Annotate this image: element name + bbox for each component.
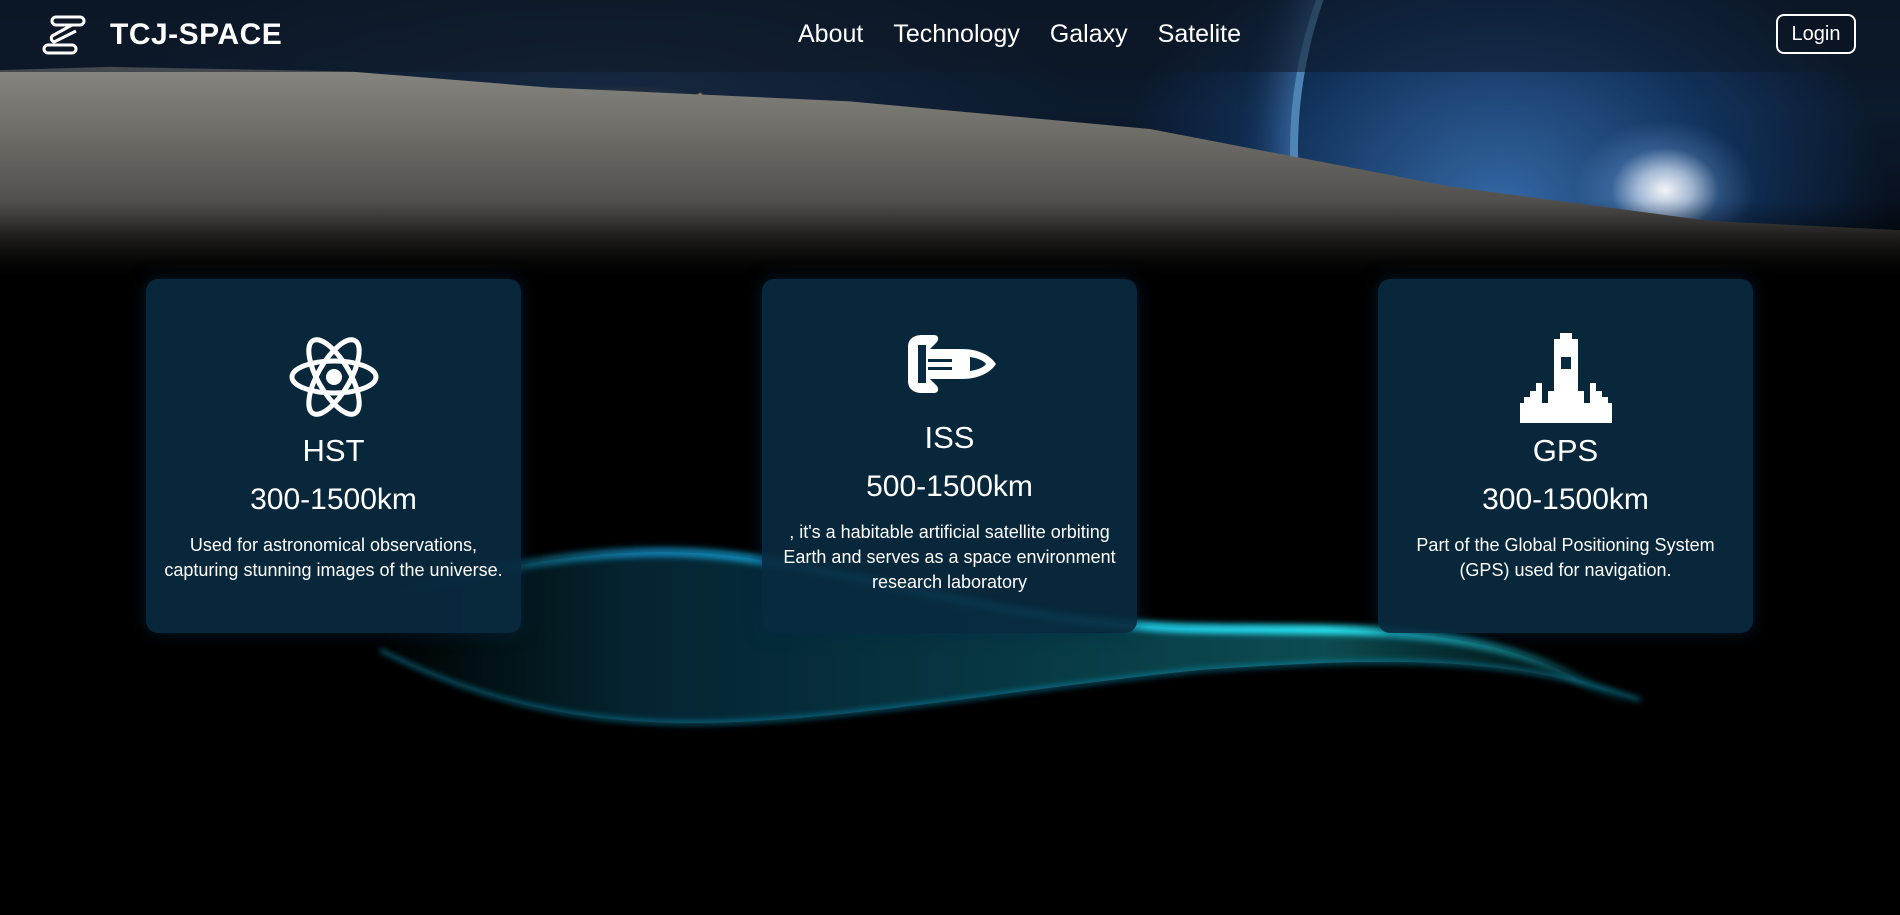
satellite-card-gps: GPS 300-1500km Part of the Global Positi… — [1378, 279, 1753, 633]
page: TCJ-SPACE About Technology Galaxy Sateli… — [0, 0, 1900, 915]
logo-icon[interactable] — [42, 14, 86, 56]
card-orbit-range: 500-1500km — [866, 470, 1033, 503]
card-description: Used for astronomical observations, capt… — [164, 535, 503, 580]
nav-link-about[interactable]: About — [798, 20, 863, 49]
card-title: HST — [302, 433, 365, 468]
satellite-card-hst: HST 300-1500km Used for astronomical obs… — [146, 279, 521, 633]
nav-link-galaxy[interactable]: Galaxy — [1050, 20, 1128, 49]
main-nav: About Technology Galaxy Satelite — [798, 20, 1241, 49]
card-orbit-range: 300-1500km — [1482, 483, 1649, 516]
atom-icon — [289, 337, 378, 417]
nav-link-technology[interactable]: Technology — [893, 20, 1019, 49]
brand-name[interactable]: TCJ-SPACE — [110, 18, 282, 52]
card-description: Part of the Global Positioning System (G… — [1416, 535, 1715, 580]
card-title: GPS — [1532, 433, 1599, 468]
card-description: , it's a habitable artificial satellite … — [783, 522, 1116, 592]
hero-fade — [0, 200, 1900, 275]
rocket-launch-icon — [1519, 333, 1612, 423]
card-orbit-range: 300-1500km — [250, 483, 417, 516]
nav-link-satelite[interactable]: Satelite — [1158, 20, 1241, 49]
card-title: ISS — [924, 420, 975, 455]
login-button[interactable]: Login — [1776, 14, 1856, 54]
satellite-card-iss: ISS 500-1500km , it's a habitable artifi… — [762, 279, 1137, 633]
space-shuttle-icon — [907, 335, 996, 393]
navbar: TCJ-SPACE About Technology Galaxy Sateli… — [0, 0, 1900, 72]
